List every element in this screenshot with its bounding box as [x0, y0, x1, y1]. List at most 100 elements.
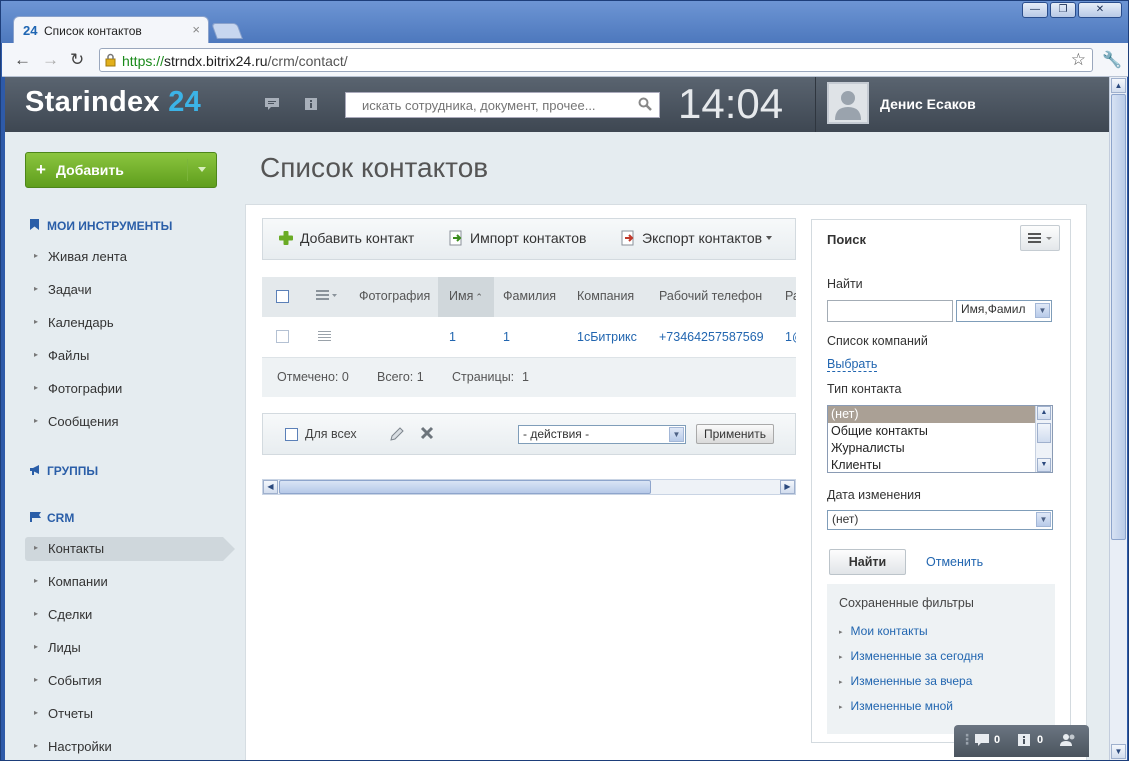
cell-phone[interactable]: +73464257587569 — [659, 330, 764, 344]
close-window-button[interactable]: ✕ — [1078, 2, 1122, 18]
select-all-checkbox[interactable] — [276, 290, 289, 303]
browser-tab[interactable]: 24 Список контактов × — [13, 16, 209, 43]
export-contacts-button[interactable]: Экспорт контактов — [620, 230, 773, 246]
reload-icon[interactable]: ↻ — [70, 50, 84, 70]
find-button[interactable]: Найти — [829, 549, 906, 575]
im-notifications-icon[interactable] — [1017, 733, 1031, 750]
actions-select[interactable]: - действия - ▼ — [518, 425, 686, 444]
add-contact-label: Добавить контакт — [300, 230, 415, 246]
section-crm[interactable]: CRM — [30, 511, 74, 525]
bullet-icon: ▸ — [34, 675, 39, 684]
column-settings-icon[interactable] — [316, 289, 338, 304]
messages-icon[interactable] — [264, 97, 280, 111]
apply-button[interactable]: Применить — [696, 424, 774, 444]
chevron-down-icon[interactable] — [198, 167, 206, 172]
row-menu-icon[interactable] — [318, 330, 331, 345]
cell-name[interactable]: 1 — [449, 330, 456, 344]
col-photo[interactable]: Фотография — [359, 289, 430, 303]
search-input[interactable] — [346, 93, 626, 117]
sidebar-item-reports[interactable]: ▸ Отчеты — [25, 702, 223, 726]
horizontal-scrollbar[interactable]: ◀ ▶ — [262, 479, 796, 495]
sidebar-item-settings[interactable]: ▸ Настройки — [25, 735, 223, 759]
portal-logo[interactable]: Starindex 24 — [25, 86, 201, 119]
sidebar-item-messages[interactable]: ▸ Сообщения — [25, 410, 223, 434]
clock[interactable]: 14:04 — [678, 80, 783, 128]
cell-extra[interactable]: 1@ — [785, 330, 796, 344]
list-item[interactable]: Клиенты — [828, 457, 1036, 472]
add-contact-button[interactable]: Добавить контакт — [278, 230, 414, 246]
scroll-thumb[interactable] — [279, 480, 651, 494]
new-tab-button[interactable] — [211, 23, 243, 39]
sidebar-item-feed[interactable]: ▸ Живая лента — [25, 245, 223, 269]
col-surname[interactable]: Фамилия — [503, 289, 556, 303]
search-icon[interactable] — [638, 97, 652, 111]
minimize-button[interactable]: — — [1022, 2, 1048, 18]
col-phone[interactable]: Рабочий телефон — [659, 289, 762, 303]
user-name[interactable]: Денис Есаков — [880, 96, 976, 112]
row-checkbox[interactable] — [276, 330, 289, 343]
date-select[interactable]: (нет) ▼ — [827, 510, 1053, 530]
edit-pencil-icon[interactable] — [388, 425, 406, 446]
saved-filter-my-contacts[interactable]: ▸ Мои контакты — [839, 624, 928, 638]
tab-close-icon[interactable]: × — [192, 22, 200, 37]
scroll-thumb[interactable] — [1037, 423, 1051, 443]
cancel-link[interactable]: Отменить — [926, 555, 983, 569]
delete-icon[interactable] — [419, 425, 435, 444]
sidebar-item-tasks[interactable]: ▸ Задачи — [25, 278, 223, 302]
contact-type-listbox[interactable]: (нет) Общие контакты Журналисты Клиенты … — [827, 405, 1053, 473]
add-button[interactable]: + Добавить — [25, 152, 217, 188]
cell-company[interactable]: 1сБитрикс — [577, 330, 637, 344]
contacts-icon[interactable] — [1060, 733, 1078, 750]
saved-filter-today[interactable]: ▸ Измененные за сегодня — [839, 649, 984, 663]
listbox-scrollbar[interactable]: ▲ ▼ — [1035, 406, 1052, 472]
sidebar-item-files[interactable]: ▸ Файлы — [25, 344, 223, 368]
section-my-tools[interactable]: МОИ ИНСТРУМЕНТЫ — [30, 219, 172, 233]
notifications-icon[interactable] — [304, 97, 320, 111]
forward-icon[interactable]: → — [42, 50, 59, 70]
chevron-down-icon[interactable]: ▼ — [1111, 744, 1126, 759]
avatar[interactable] — [827, 82, 869, 124]
chevron-down-icon[interactable]: ▼ — [1037, 458, 1051, 472]
choose-link[interactable]: Выбрать — [827, 357, 878, 372]
for-all-checkbox[interactable] — [285, 428, 298, 441]
table-row[interactable]: 1 1 1сБитрикс +73464257587569 1@ — [262, 317, 796, 357]
url-path: /crm/contact/ — [267, 53, 348, 69]
sidebar-item-events[interactable]: ▸ События — [25, 669, 223, 693]
col-name[interactable]: Имя ⌃ — [449, 289, 483, 303]
page-scrollbar[interactable]: ▲ ▼ — [1109, 77, 1127, 760]
im-messages-icon[interactable] — [974, 733, 990, 750]
sidebar-item-deals[interactable]: ▸ Сделки — [25, 603, 223, 627]
find-field-select[interactable]: Имя,Фамил ▼ — [956, 300, 1052, 322]
portal-search[interactable] — [345, 92, 660, 118]
scroll-thumb[interactable] — [1111, 94, 1126, 540]
col-company[interactable]: Компания — [577, 289, 634, 303]
chevron-down-icon: ▼ — [1036, 512, 1051, 527]
sidebar-item-leads[interactable]: ▸ Лиды — [25, 636, 223, 660]
bookmark-star-icon[interactable]: ☆ — [1071, 50, 1086, 70]
scroll-left-icon[interactable]: ◀ — [263, 480, 278, 494]
sidebar-item-calendar[interactable]: ▸ Календарь — [25, 311, 223, 335]
saved-filter-by-me[interactable]: ▸ Измененные мной — [839, 699, 953, 713]
section-groups[interactable]: ГРУППЫ — [30, 464, 98, 478]
address-bar[interactable]: https://strndx.bitrix24.ru/crm/contact/ … — [99, 48, 1093, 72]
filter-menu-button[interactable] — [1020, 225, 1060, 251]
scroll-right-icon[interactable]: ▶ — [780, 480, 795, 494]
col-extra[interactable]: Ра — [785, 289, 796, 303]
saved-filter-yesterday[interactable]: ▸ Измененные за вчера — [839, 674, 972, 688]
page-number[interactable]: 1 — [522, 370, 529, 384]
back-icon[interactable]: ← — [14, 50, 31, 70]
maximize-button[interactable]: ❐ — [1050, 2, 1076, 18]
chevron-up-icon[interactable]: ▲ — [1037, 406, 1051, 420]
drag-handle-icon[interactable]: ⋮ — [960, 731, 974, 748]
sidebar-item-photos[interactable]: ▸ Фотографии — [25, 377, 223, 401]
list-item[interactable]: Общие контакты — [828, 423, 1036, 440]
sidebar-item-companies[interactable]: ▸ Компании — [25, 570, 223, 594]
list-item[interactable]: Журналисты — [828, 440, 1036, 457]
list-item[interactable]: (нет) — [828, 406, 1036, 423]
chevron-up-icon[interactable]: ▲ — [1111, 78, 1126, 93]
wrench-icon[interactable]: 🔧 — [1102, 50, 1122, 70]
cell-surname[interactable]: 1 — [503, 330, 510, 344]
sidebar-item-contacts[interactable]: ▸ Контакты — [25, 537, 235, 561]
import-contacts-button[interactable]: Импорт контактов — [448, 230, 586, 246]
find-input[interactable] — [827, 300, 953, 322]
